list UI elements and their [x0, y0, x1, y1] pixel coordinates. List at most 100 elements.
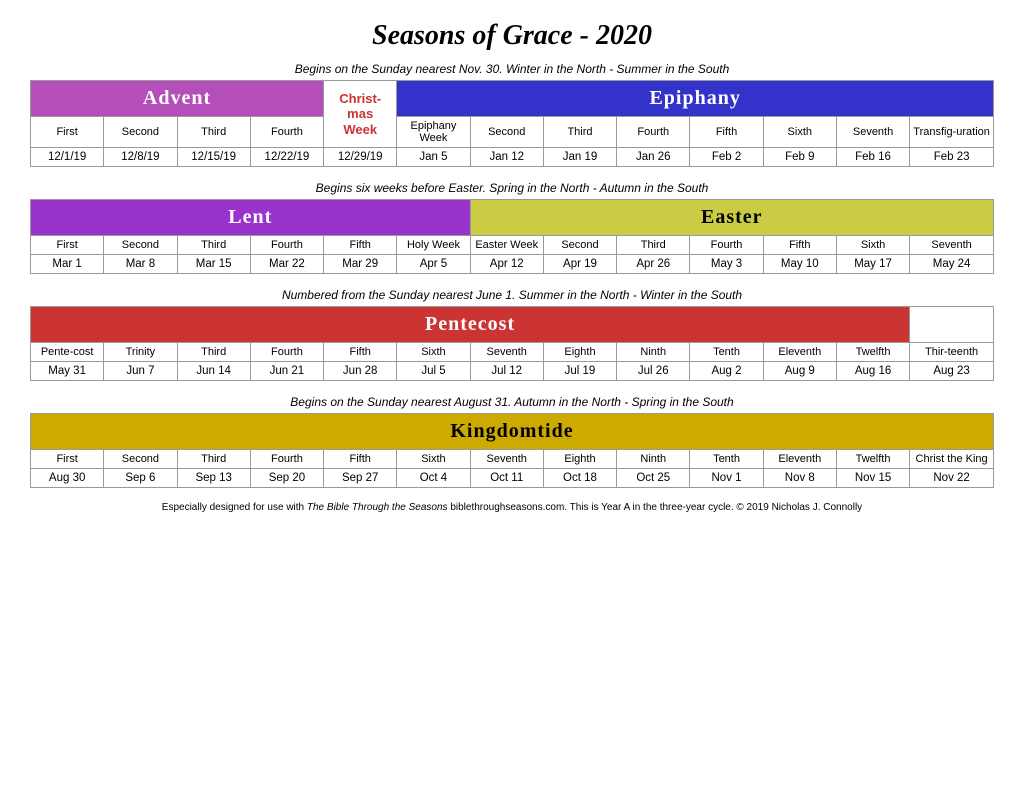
kingdomtide-date-13: Nov 22 — [910, 469, 994, 488]
easter-week-1: Easter Week — [470, 236, 543, 255]
kingdomtide-date-1: Aug 30 — [31, 469, 104, 488]
pentecost-date-11: Aug 9 — [763, 362, 836, 381]
lent-week-3: Third — [177, 236, 250, 255]
pentecost-week-6: Sixth — [397, 343, 470, 362]
kingdomtide-week-3: Third — [177, 450, 250, 469]
easter-date-6: May 17 — [836, 255, 909, 274]
kingdomtide-week-7: Seventh — [470, 450, 543, 469]
pentecost-date-12: Aug 16 — [836, 362, 909, 381]
kingdomtide-week-1: First — [31, 450, 104, 469]
lent-date-3: Mar 15 — [177, 255, 250, 274]
pentecost-date-2: Jun 7 — [104, 362, 177, 381]
pentecost-week-2: Trinity — [104, 343, 177, 362]
lent-week-2: Second — [104, 236, 177, 255]
easter-date-7: May 24 — [910, 255, 994, 274]
advent-week-1: First — [31, 117, 104, 148]
pentecost-section: Numbered from the Sunday nearest June 1.… — [30, 288, 994, 381]
epiphany-week-4: Fourth — [617, 117, 690, 148]
easter-week-3: Third — [617, 236, 690, 255]
lent-date-1: Mar 1 — [31, 255, 104, 274]
lent-week-5: Fifth — [324, 236, 397, 255]
advent-date-1: 12/1/19 — [31, 148, 104, 167]
kingdomtide-week-9: Ninth — [617, 450, 690, 469]
easter-date-2: Apr 19 — [543, 255, 616, 274]
advent-date-2: 12/8/19 — [104, 148, 177, 167]
epiphany-header: Epiphany — [397, 81, 994, 117]
epiphany-week-1: Epiphany Week — [397, 117, 470, 148]
advent-week-4: Fourth — [250, 117, 323, 148]
lent-header: Lent — [31, 200, 471, 236]
lent-week-1: First — [31, 236, 104, 255]
advent-date-3: 12/15/19 — [177, 148, 250, 167]
pentecost-week-3: Third — [177, 343, 250, 362]
easter-week-5: Fifth — [763, 236, 836, 255]
kingdomtide-date-8: Oct 18 — [543, 469, 616, 488]
easter-week-4: Fourth — [690, 236, 763, 255]
epiphany-week-5: Fifth — [690, 117, 763, 148]
pentecost-week-5: Fifth — [324, 343, 397, 362]
kingdomtide-date-5: Sep 27 — [324, 469, 397, 488]
pentecost-week-7: Seventh — [470, 343, 543, 362]
easter-week-6: Sixth — [836, 236, 909, 255]
kingdomtide-date-11: Nov 8 — [763, 469, 836, 488]
kingdomtide-date-10: Nov 1 — [690, 469, 763, 488]
epiphany-date-8: Feb 23 — [910, 148, 994, 167]
kingdomtide-section: Begins on the Sunday nearest August 31. … — [30, 395, 994, 488]
epiphany-date-4: Jan 26 — [617, 148, 690, 167]
advent-epiphany-table: Advent Christ-masWeek Epiphany First Sec… — [30, 80, 994, 167]
pentecost-week-9: Ninth — [617, 343, 690, 362]
epiphany-week-6: Sixth — [763, 117, 836, 148]
kingdomtide-date-9: Oct 25 — [617, 469, 690, 488]
easter-week-2: Second — [543, 236, 616, 255]
pentecost-date-13: Aug 23 — [910, 362, 994, 381]
kingdomtide-table: Kingdomtide First Second Third Fourth Fi… — [30, 413, 994, 488]
pentecost-date-10: Aug 2 — [690, 362, 763, 381]
epiphany-week-7: Seventh — [836, 117, 909, 148]
kingdomtide-date-4: Sep 20 — [250, 469, 323, 488]
easter-week-7: Seventh — [910, 236, 994, 255]
pentecost-week-12: Twelfth — [836, 343, 909, 362]
lent-week-6: Holy Week — [397, 236, 470, 255]
kingdomtide-week-2: Second — [104, 450, 177, 469]
epiphany-date-5: Feb 2 — [690, 148, 763, 167]
lent-date-6: Apr 5 — [397, 255, 470, 274]
epiphany-week-2: Second — [470, 117, 543, 148]
epiphany-date-6: Feb 9 — [763, 148, 836, 167]
kingdomtide-week-11: Eleventh — [763, 450, 836, 469]
kingdomtide-week-8: Eighth — [543, 450, 616, 469]
epiphany-week-8: Transfig-uration — [910, 117, 994, 148]
kingdomtide-header: Kingdomtide — [31, 414, 994, 450]
kingdomtide-subtitle: Begins on the Sunday nearest August 31. … — [30, 395, 994, 409]
pentecost-date-1: May 31 — [31, 362, 104, 381]
easter-date-4: May 3 — [690, 255, 763, 274]
lent-date-5: Mar 29 — [324, 255, 397, 274]
kingdomtide-week-13: Christ the King — [910, 450, 994, 469]
pentecost-table: Pentecost Pente-cost Trinity Third Fourt… — [30, 306, 994, 381]
kingdomtide-date-12: Nov 15 — [836, 469, 909, 488]
lent-easter-table: Lent Easter First Second Third Fourth Fi… — [30, 199, 994, 274]
lent-easter-section: Begins six weeks before Easter. Spring i… — [30, 181, 994, 274]
pentecost-date-5: Jun 28 — [324, 362, 397, 381]
epiphany-week-3: Third — [543, 117, 616, 148]
pentecost-week-13: Thir-teenth — [910, 343, 994, 362]
advent-header: Advent — [31, 81, 324, 117]
lent-week-4: Fourth — [250, 236, 323, 255]
footer-book-title: The Bible Through the Seasons — [304, 502, 447, 513]
christmas-date: 12/29/19 — [324, 148, 397, 167]
epiphany-date-2: Jan 12 — [470, 148, 543, 167]
kingdomtide-week-5: Fifth — [324, 450, 397, 469]
kingdomtide-date-7: Oct 11 — [470, 469, 543, 488]
christmas-header-cell: Christ-masWeek — [324, 81, 397, 148]
pentecost-date-6: Jul 5 — [397, 362, 470, 381]
pentecost-date-7: Jul 12 — [470, 362, 543, 381]
easter-date-5: May 10 — [763, 255, 836, 274]
pentecost-date-8: Jul 19 — [543, 362, 616, 381]
footer-note: Especially designed for use with The Bib… — [30, 502, 994, 513]
pentecost-week-11: Eleventh — [763, 343, 836, 362]
lent-date-4: Mar 22 — [250, 255, 323, 274]
kingdomtide-week-6: Sixth — [397, 450, 470, 469]
advent-week-2: Second — [104, 117, 177, 148]
pentecost-subtitle: Numbered from the Sunday nearest June 1.… — [30, 288, 994, 302]
advent-subtitle: Begins on the Sunday nearest Nov. 30. Wi… — [30, 62, 994, 76]
easter-date-3: Apr 26 — [617, 255, 690, 274]
